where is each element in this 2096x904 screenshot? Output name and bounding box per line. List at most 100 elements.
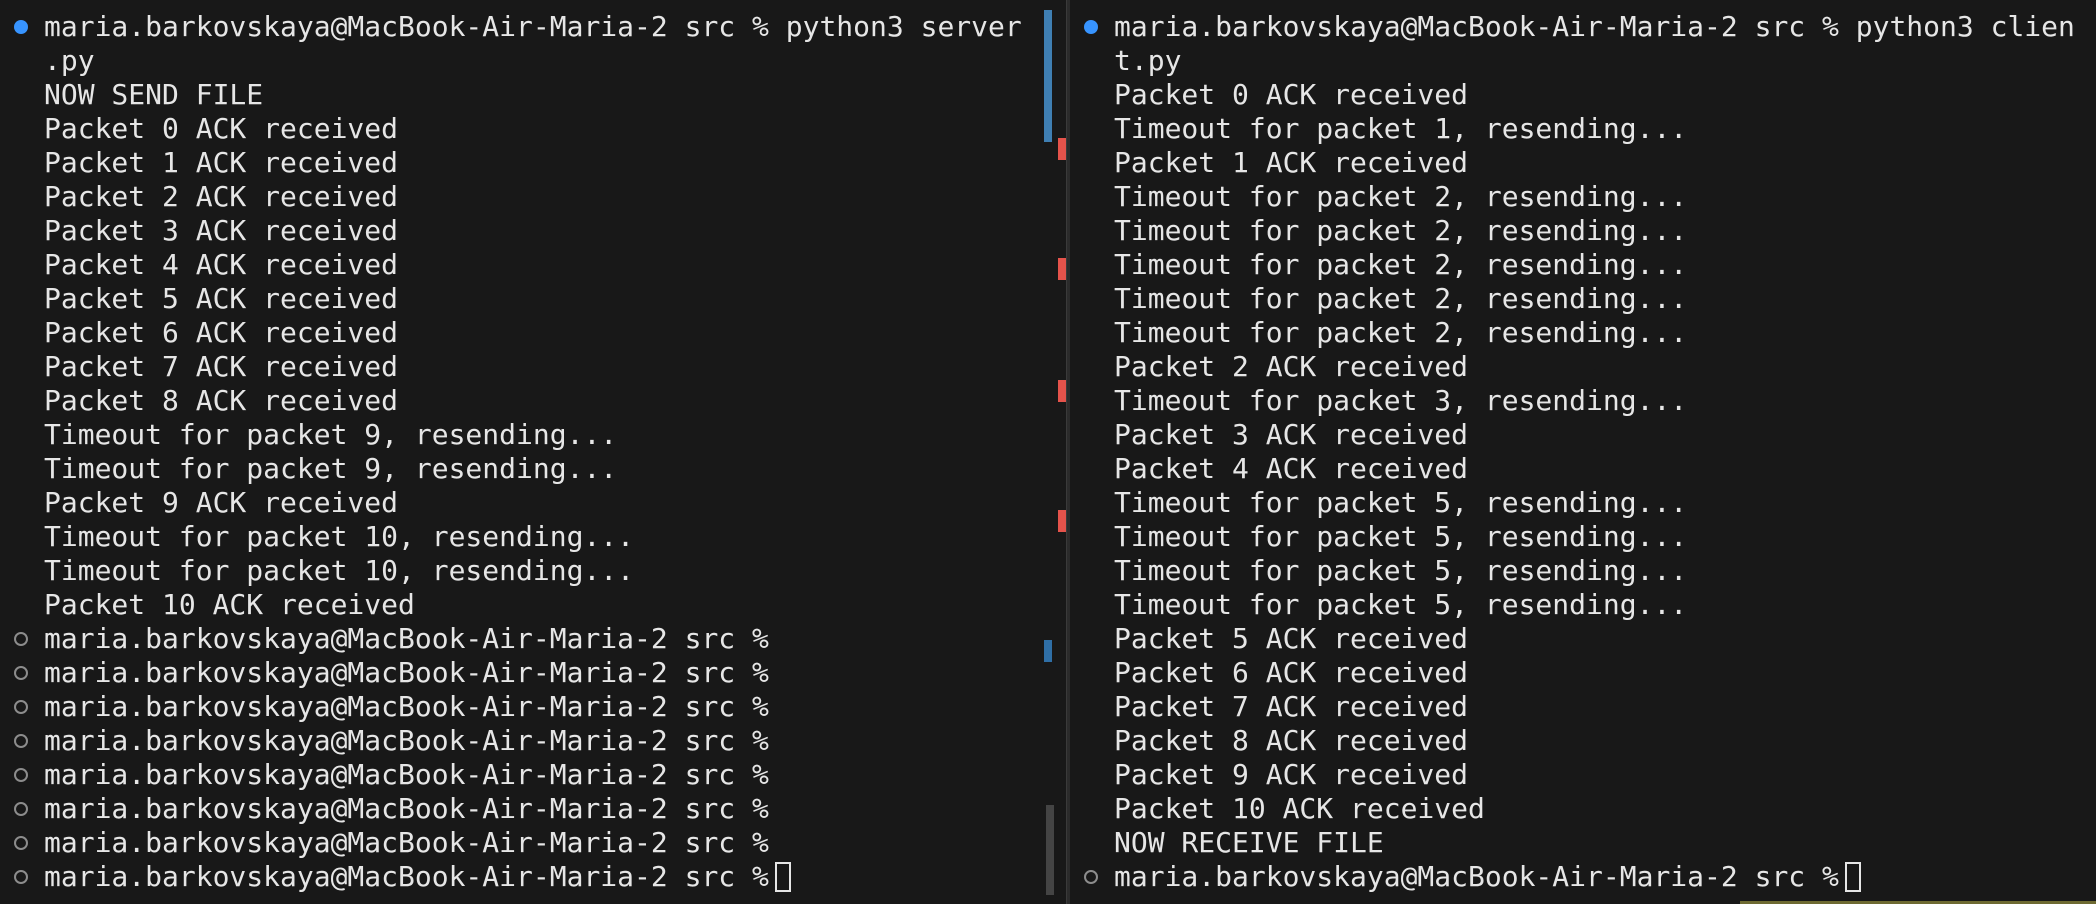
terminal-line-text: Timeout for packet 2, resending... xyxy=(1114,180,1688,213)
terminal-line: NOW RECEIVE FILE xyxy=(1070,826,2096,860)
command-decoration-icon[interactable] xyxy=(14,802,28,816)
command-marker xyxy=(1044,640,1052,662)
terminal-line: Packet 1 ACK received xyxy=(0,146,1066,180)
terminal-pane-server[interactable]: maria.barkovskaya@MacBook-Air-Maria-2 sr… xyxy=(0,0,1066,904)
scrollbar-thumb[interactable] xyxy=(1046,805,1054,895)
terminal-line-text: .py xyxy=(44,44,95,77)
command-decoration-icon[interactable] xyxy=(14,870,28,884)
terminal-line-text: Timeout for packet 10, resending... xyxy=(44,520,635,553)
terminal-line-text: Packet 3 ACK received xyxy=(44,214,399,247)
terminal-line: Packet 4 ACK received xyxy=(0,248,1066,282)
terminal-cursor xyxy=(774,862,791,892)
terminal-pane-client[interactable]: maria.barkovskaya@MacBook-Air-Maria-2 sr… xyxy=(1070,0,2096,904)
terminal-line: maria.barkovskaya@MacBook-Air-Maria-2 sr… xyxy=(0,826,1066,860)
terminal-line: maria.barkovskaya@MacBook-Air-Maria-2 sr… xyxy=(0,690,1066,724)
terminal-line-text: maria.barkovskaya@MacBook-Air-Maria-2 sr… xyxy=(44,758,769,791)
terminal-line-text: Packet 2 ACK received xyxy=(44,180,399,213)
terminal-line-text: Packet 10 ACK received xyxy=(44,588,415,621)
terminal-line: Timeout for packet 2, resending... xyxy=(1070,248,2096,282)
terminal-line: maria.barkovskaya@MacBook-Air-Maria-2 sr… xyxy=(0,622,1066,656)
terminal-line: Packet 9 ACK received xyxy=(0,486,1066,520)
terminal-line-text: NOW SEND FILE xyxy=(44,78,264,111)
command-success-icon[interactable] xyxy=(1084,20,1098,34)
terminal-line-text: maria.barkovskaya@MacBook-Air-Maria-2 sr… xyxy=(44,622,769,655)
terminal-line: maria.barkovskaya@MacBook-Air-Maria-2 sr… xyxy=(1070,860,2096,894)
terminal-line-text: Packet 5 ACK received xyxy=(44,282,399,315)
error-marker xyxy=(1058,258,1066,280)
terminal-line: Packet 6 ACK received xyxy=(1070,656,2096,690)
terminal-line: Packet 3 ACK received xyxy=(1070,418,2096,452)
terminal-line: maria.barkovskaya@MacBook-Air-Maria-2 sr… xyxy=(0,758,1066,792)
terminal-line: Timeout for packet 2, resending... xyxy=(1070,180,2096,214)
error-marker xyxy=(1058,510,1066,532)
terminal-line-text: Timeout for packet 5, resending... xyxy=(1114,520,1688,553)
terminal-line: Packet 3 ACK received xyxy=(0,214,1066,248)
terminal-line: Timeout for packet 1, resending... xyxy=(1070,112,2096,146)
scrollbar-slider[interactable] xyxy=(1044,10,1052,142)
terminal-line: Packet 0 ACK received xyxy=(1070,78,2096,112)
terminal-line: Packet 9 ACK received xyxy=(1070,758,2096,792)
terminal-line: t.py xyxy=(1070,44,2096,78)
terminal-line-text: Timeout for packet 9, resending... xyxy=(44,452,618,485)
terminal-line: Packet 5 ACK received xyxy=(0,282,1066,316)
command-decoration-icon[interactable] xyxy=(14,836,28,850)
terminal-line-text: Timeout for packet 3, resending... xyxy=(1114,384,1688,417)
command-decoration-icon[interactable] xyxy=(14,768,28,782)
terminal-line: maria.barkovskaya@MacBook-Air-Maria-2 sr… xyxy=(1070,10,2096,44)
terminal-line-text: Packet 7 ACK received xyxy=(44,350,399,383)
terminal-line-text: maria.barkovskaya@MacBook-Air-Maria-2 sr… xyxy=(44,690,769,723)
terminal-line-text: Timeout for packet 5, resending... xyxy=(1114,588,1688,621)
terminal-line: .py xyxy=(0,44,1066,78)
terminal-line-text: Packet 0 ACK received xyxy=(44,112,399,145)
terminal-line-text: maria.barkovskaya@MacBook-Air-Maria-2 sr… xyxy=(44,656,769,689)
terminal-line-text: maria.barkovskaya@MacBook-Air-Maria-2 sr… xyxy=(44,792,769,825)
terminal-line-text: Packet 7 ACK received xyxy=(1114,690,1469,723)
error-marker xyxy=(1058,138,1066,160)
terminal-line: maria.barkovskaya@MacBook-Air-Maria-2 sr… xyxy=(0,792,1066,826)
terminal-line-text: maria.barkovskaya@MacBook-Air-Maria-2 sr… xyxy=(44,724,769,757)
terminal-line: Timeout for packet 10, resending... xyxy=(0,520,1066,554)
overview-ruler xyxy=(1044,0,1066,904)
terminal-output: maria.barkovskaya@MacBook-Air-Maria-2 sr… xyxy=(0,10,1066,894)
terminal-output: maria.barkovskaya@MacBook-Air-Maria-2 sr… xyxy=(1070,10,2096,894)
terminal-line: Packet 1 ACK received xyxy=(1070,146,2096,180)
terminal-line-text: Timeout for packet 1, resending... xyxy=(1114,112,1688,145)
command-success-icon[interactable] xyxy=(14,20,28,34)
terminal-line-text: Timeout for packet 10, resending... xyxy=(44,554,635,587)
terminal-workspace: maria.barkovskaya@MacBook-Air-Maria-2 sr… xyxy=(0,0,2096,904)
command-decoration-icon[interactable] xyxy=(1084,870,1098,884)
terminal-line: Timeout for packet 5, resending... xyxy=(1070,520,2096,554)
terminal-line-text: t.py xyxy=(1114,44,1182,77)
terminal-line-text: Packet 2 ACK received xyxy=(1114,350,1469,383)
terminal-line-text: NOW RECEIVE FILE xyxy=(1114,826,1384,859)
terminal-line: Timeout for packet 9, resending... xyxy=(0,418,1066,452)
terminal-line: Timeout for packet 2, resending... xyxy=(1070,214,2096,248)
terminal-line-text: Timeout for packet 2, resending... xyxy=(1114,316,1688,349)
terminal-line: Timeout for packet 3, resending... xyxy=(1070,384,2096,418)
terminal-line: Packet 6 ACK received xyxy=(0,316,1066,350)
terminal-line-text: Packet 9 ACK received xyxy=(1114,758,1469,791)
terminal-line: Packet 5 ACK received xyxy=(1070,622,2096,656)
command-decoration-icon[interactable] xyxy=(14,734,28,748)
terminal-line-text: Packet 6 ACK received xyxy=(44,316,399,349)
terminal-line-text: Packet 10 ACK received xyxy=(1114,792,1485,825)
error-marker xyxy=(1058,380,1066,402)
terminal-line-text: Packet 6 ACK received xyxy=(1114,656,1469,689)
terminal-line: Packet 4 ACK received xyxy=(1070,452,2096,486)
terminal-line: Packet 8 ACK received xyxy=(0,384,1066,418)
terminal-line: Packet 8 ACK received xyxy=(1070,724,2096,758)
terminal-line-text: Packet 1 ACK received xyxy=(44,146,399,179)
terminal-line: Timeout for packet 2, resending... xyxy=(1070,282,2096,316)
terminal-line: NOW SEND FILE xyxy=(0,78,1066,112)
command-decoration-icon[interactable] xyxy=(14,666,28,680)
terminal-line-text: Packet 4 ACK received xyxy=(44,248,399,281)
terminal-line-text: maria.barkovskaya@MacBook-Air-Maria-2 sr… xyxy=(1114,10,2075,43)
terminal-cursor xyxy=(1844,862,1861,892)
terminal-line-text: Packet 8 ACK received xyxy=(44,384,399,417)
terminal-line: Timeout for packet 5, resending... xyxy=(1070,554,2096,588)
terminal-line-text: Packet 1 ACK received xyxy=(1114,146,1469,179)
command-decoration-icon[interactable] xyxy=(14,632,28,646)
command-decoration-icon[interactable] xyxy=(14,700,28,714)
terminal-line-text: Timeout for packet 5, resending... xyxy=(1114,554,1688,587)
terminal-line: Packet 10 ACK received xyxy=(1070,792,2096,826)
